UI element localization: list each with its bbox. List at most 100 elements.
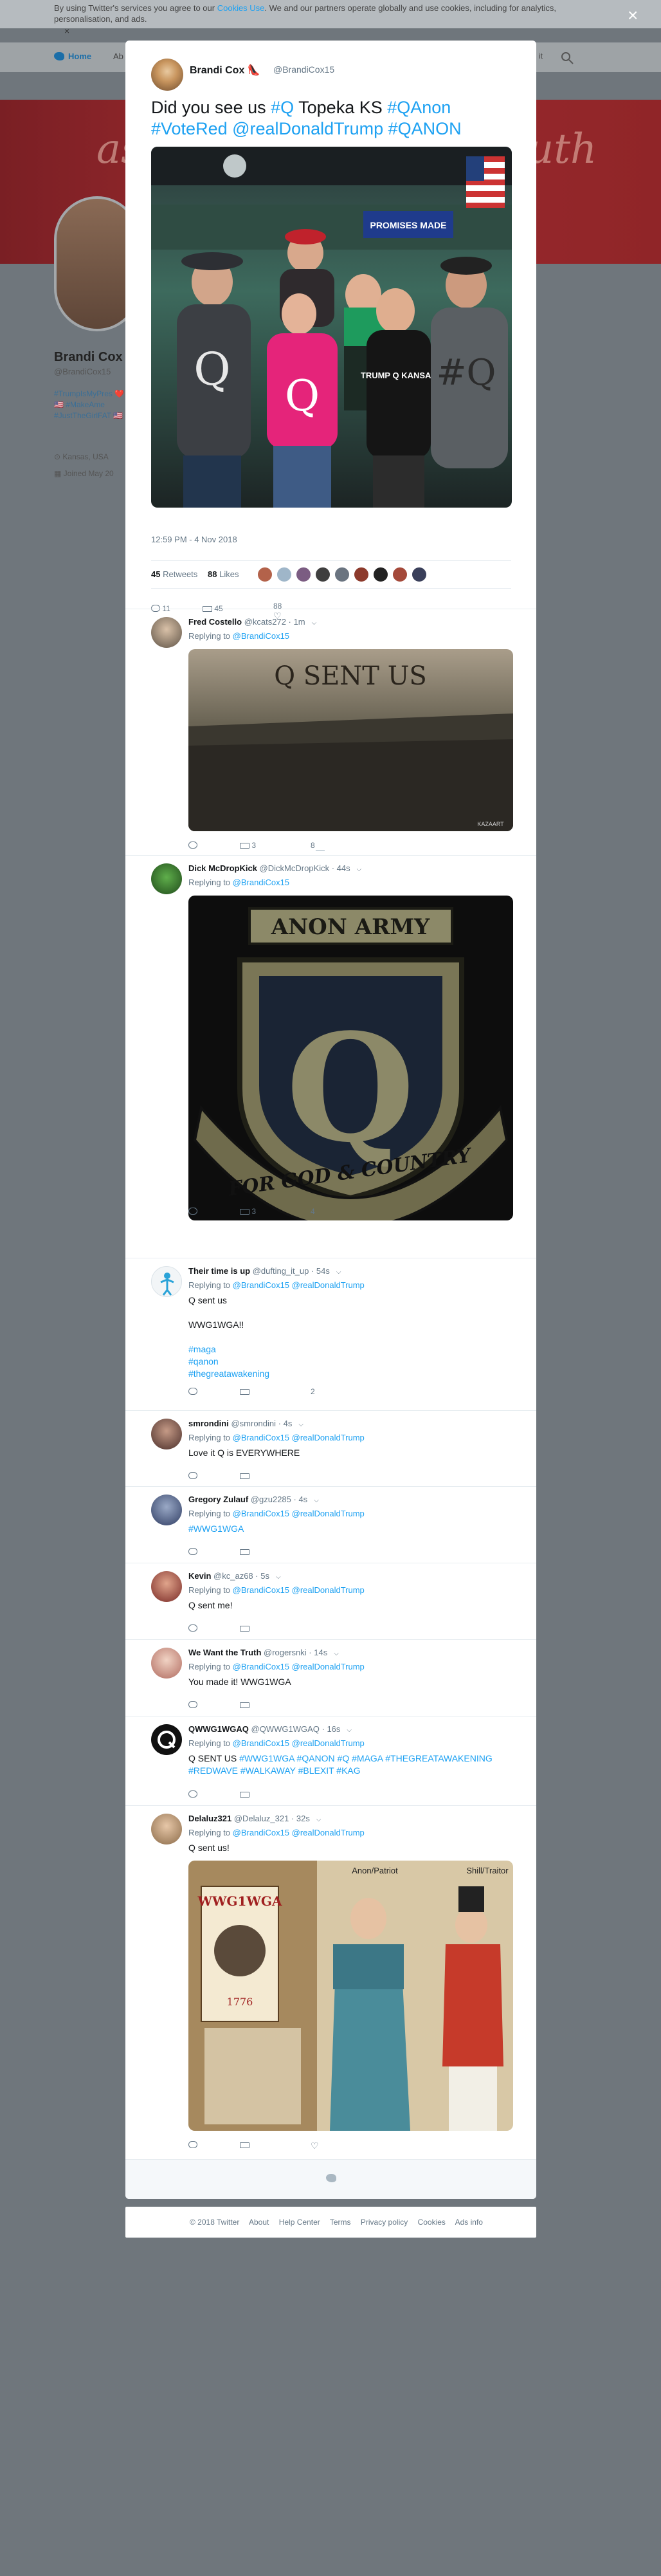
cookies-use-link[interactable]: Cookies Use	[217, 3, 265, 13]
footer-link-terms[interactable]: Terms	[330, 2218, 351, 2227]
retweet-button[interactable]	[240, 1700, 249, 1709]
replying-to-link[interactable]: @BrandiCox15 @realDonaldTrump	[233, 1280, 365, 1290]
retweet-button[interactable]	[240, 1790, 249, 1799]
like-button[interactable]: 4	[311, 1207, 315, 1216]
reply-media[interactable]: WWG1WGA 1776 Anon/Patriot Shill/Traitor	[188, 1861, 513, 2131]
hashtag-maga[interactable]: #maga	[188, 1343, 523, 1356]
avatar[interactable]	[151, 1724, 182, 1755]
reply-author-handle[interactable]: @QWWG1WGAQ	[251, 1724, 320, 1734]
reply-button[interactable]	[188, 2140, 197, 2149]
avatar[interactable]	[151, 59, 183, 91]
avatar[interactable]	[392, 567, 408, 582]
tweet-photo[interactable]: PROMISES MADE Q Q TRUMP Q KANSAS #Q	[151, 147, 512, 508]
avatar[interactable]	[373, 567, 388, 582]
chevron-down-icon[interactable]: ⌵	[316, 1816, 321, 1823]
hashtag-q[interactable]: #Q	[271, 98, 294, 117]
replying-to-link[interactable]: @BrandiCox15 @realDonaldTrump	[233, 1662, 365, 1671]
hashtag-qanon[interactable]: #QAnon	[387, 98, 451, 117]
reply-time[interactable]: 4s	[298, 1495, 307, 1504]
chevron-down-icon[interactable]: ⌵	[336, 1269, 341, 1276]
reply-tweet[interactable]: QWWG1WGAQ @QWWG1WGAQ · 16s ⌵ Replying to …	[125, 1716, 536, 1805]
reply-author-handle[interactable]: @dufting_it_up	[253, 1266, 309, 1276]
replying-to-link[interactable]: @BrandiCox15 @realDonaldTrump	[233, 1738, 365, 1748]
like-button[interactable]: 8	[311, 841, 315, 850]
avatar[interactable]	[354, 567, 369, 582]
avatar[interactable]	[151, 617, 182, 648]
reply-author-name[interactable]: Fred Costello	[188, 617, 242, 627]
reply-tweet[interactable]: Fred Costello @kcats272 · 1m ⌵ Replying t…	[125, 609, 536, 855]
reply-author-handle[interactable]: @kcats272	[244, 617, 286, 627]
hashtag-thegreatawakening[interactable]: #thegreatawakening	[188, 1368, 523, 1380]
likes-stat[interactable]: 88 Likes	[208, 569, 239, 579]
reply-tweet[interactable]: Dick McDropKick @DickMcDropKick · 44s ⌵ R…	[125, 855, 536, 1220]
reply-author-name[interactable]: Gregory Zulauf	[188, 1495, 248, 1504]
reply-author-name[interactable]: Dick McDropKick	[188, 863, 257, 873]
reply-time[interactable]: 32s	[296, 1814, 310, 1823]
retweet-button[interactable]: 3	[240, 1207, 256, 1216]
search-icon[interactable]	[559, 50, 575, 66]
nav-about[interactable]: Ab	[113, 51, 123, 61]
chevron-down-icon[interactable]: ⌵	[314, 1497, 319, 1504]
footer-link-about[interactable]: About	[249, 2218, 269, 2227]
reply-author-handle[interactable]: @kc_az68	[213, 1571, 253, 1581]
avatar[interactable]	[315, 567, 330, 582]
reply-tweet[interactable]: Delaluz321 @Delaluz_321 · 32s ⌵ Replying …	[125, 1805, 536, 2159]
mention-realdonaldtrump[interactable]: @realDonaldTrump	[232, 119, 383, 138]
chevron-down-icon[interactable]: ⌵	[334, 1650, 339, 1657]
reply-author-name[interactable]: Their time is up	[188, 1266, 250, 1276]
replying-to-link[interactable]: @BrandiCox15 @realDonaldTrump	[233, 1585, 365, 1595]
chevron-down-icon[interactable]: ⌵	[312, 620, 317, 627]
replying-to-link[interactable]: @BrandiCox15	[233, 631, 289, 641]
reply-button[interactable]	[188, 1387, 197, 1396]
avatar[interactable]	[151, 863, 182, 894]
hashtag-qanon[interactable]: #qanon	[188, 1356, 523, 1368]
retweet-button[interactable]	[240, 1387, 249, 1396]
reply-tweet[interactable]: Gregory Zulauf @gzu2285 · 4s ⌵ Replying t…	[125, 1486, 536, 1563]
reply-button[interactable]	[188, 1471, 197, 1480]
reply-tweet[interactable]: smrondini @smrondini · 4s ⌵ Replying to @…	[125, 1410, 536, 1486]
avatar[interactable]	[257, 567, 273, 582]
reply-time[interactable]: 16s	[327, 1724, 340, 1734]
avatar[interactable]	[151, 1419, 182, 1449]
chevron-down-icon[interactable]: ⌵	[347, 1727, 352, 1734]
reply-author-handle[interactable]: @DickMcDropKick	[260, 863, 330, 873]
reply-time[interactable]: 4s	[284, 1419, 293, 1428]
reply-author-name[interactable]: Delaluz321	[188, 1814, 231, 1823]
retweets-stat[interactable]: 45 Retweets	[151, 569, 197, 579]
avatar[interactable]	[151, 1571, 182, 1602]
avatar[interactable]	[412, 567, 427, 582]
reply-author-handle[interactable]: @Delaluz_321	[234, 1814, 289, 1823]
like-button[interactable]: ♡	[311, 2140, 319, 2151]
avatar[interactable]	[151, 1495, 182, 1525]
avatar[interactable]	[334, 567, 350, 582]
avatar[interactable]	[296, 567, 311, 582]
reply-author-name[interactable]: QWWG1WGAQ	[188, 1724, 249, 1734]
hashtag-wwg1wga[interactable]: #WWG1WGA	[188, 1523, 244, 1534]
reply-media[interactable]: Q SENT US KAZAART	[188, 649, 513, 831]
reply-time[interactable]: 14s	[314, 1648, 327, 1657]
reply-button[interactable]	[188, 1207, 197, 1216]
retweet-button[interactable]	[240, 2140, 249, 2149]
chevron-down-icon[interactable]: ⌵	[298, 1421, 303, 1428]
reply-time[interactable]: 1m	[294, 617, 305, 627]
reply-button[interactable]	[188, 1547, 197, 1556]
retweet-button[interactable]	[240, 1624, 249, 1633]
replying-to-link[interactable]: @BrandiCox15	[233, 878, 289, 887]
reply-button[interactable]	[188, 1700, 197, 1709]
hashtag-votered[interactable]: #VoteRed	[151, 119, 228, 138]
avatar[interactable]	[276, 567, 292, 582]
tweet-timestamp[interactable]: 12:59 PM - 4 Nov 2018	[151, 535, 237, 544]
tweet-author-name[interactable]: Brandi Cox 👠	[190, 64, 260, 77]
hashtag-qanon-caps[interactable]: #QANON	[388, 119, 462, 138]
modal-close-button[interactable]: ×	[628, 6, 638, 24]
avatar[interactable]	[151, 1648, 182, 1679]
reply-button[interactable]	[188, 1790, 197, 1799]
reply-time[interactable]: 54s	[316, 1266, 330, 1276]
cookie-close-button[interactable]: ×	[64, 26, 69, 37]
reply-button[interactable]	[188, 841, 197, 850]
nav-home[interactable]: Home	[54, 51, 91, 61]
tweet-author-handle[interactable]: @BrandiCox15	[273, 64, 334, 75]
footer-link-cookies[interactable]: Cookies	[418, 2218, 446, 2227]
chevron-down-icon[interactable]: ⌵	[357, 866, 362, 873]
reply-author-name[interactable]: Kevin	[188, 1571, 211, 1581]
